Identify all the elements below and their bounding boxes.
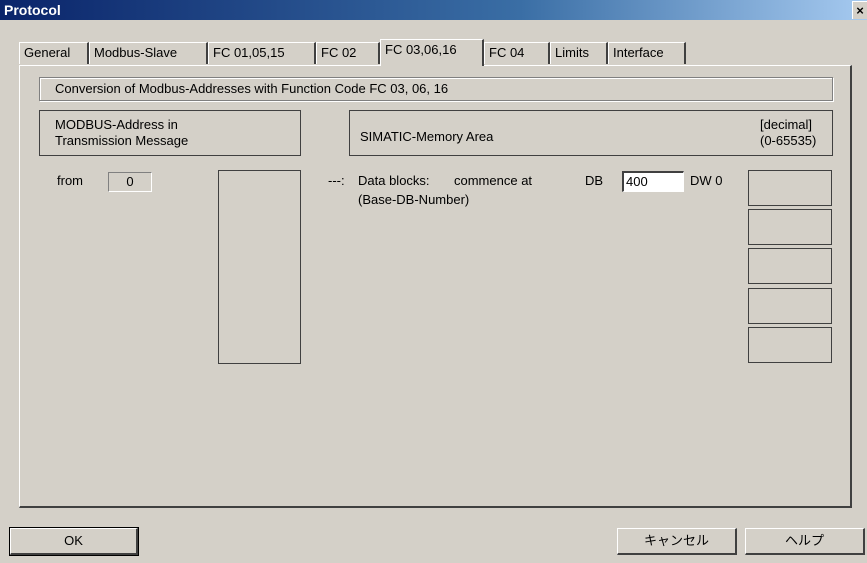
simatic-address-box-5 — [748, 327, 832, 363]
close-button[interactable]: × — [852, 1, 867, 19]
simatic-address-box-2 — [748, 209, 832, 245]
data-blocks-label: Data blocks: — [358, 173, 430, 188]
title-bar: Protocol × — [0, 0, 867, 20]
tab-general[interactable]: General — [19, 42, 89, 64]
cancel-button[interactable]: キャンセル — [617, 528, 737, 555]
simatic-address-box-1 — [748, 170, 832, 206]
help-button[interactable]: ヘルプ — [745, 528, 865, 555]
tab-limits[interactable]: Limits — [550, 42, 608, 64]
conversion-heading-box: Conversion of Modbus-Addresses with Func… — [39, 77, 833, 101]
tab-fc-04[interactable]: FC 04 — [484, 42, 550, 64]
base-db-number-label: (Base-DB-Number) — [358, 192, 470, 207]
tab-fc-02[interactable]: FC 02 — [316, 42, 380, 64]
tab-fc-01-05-15[interactable]: FC 01,05,15 — [208, 42, 316, 64]
range-line1: [decimal] — [760, 117, 813, 132]
range-line2: (0-65535) — [760, 133, 817, 148]
simatic-address-box-3 — [748, 248, 832, 284]
ok-button[interactable]: OK — [9, 527, 139, 556]
base-db-number-input[interactable]: 400 — [622, 171, 684, 192]
tab-interface[interactable]: Interface — [608, 42, 686, 64]
modbus-header-line1: MODBUS-Address in — [55, 117, 178, 132]
modbus-header-line2: Transmission Message — [55, 133, 189, 148]
arrow-indicator: ---: — [328, 173, 345, 188]
conversion-heading: Conversion of Modbus-Addresses with Func… — [55, 81, 449, 96]
simatic-memory-header: SIMATIC-Memory Area [decimal] (0-65535) — [349, 110, 833, 156]
from-value: 0 — [108, 172, 152, 192]
tab-fc-03-06-16[interactable]: FC 03,06,16 — [380, 39, 484, 66]
window-title: Protocol — [4, 2, 61, 18]
db-label: DB — [585, 173, 604, 188]
tab-modbus-slave[interactable]: Modbus-Slave — [89, 42, 208, 64]
from-label: from — [57, 173, 83, 188]
modbus-address-list-box — [218, 170, 301, 364]
simatic-address-box-4 — [748, 288, 832, 324]
simatic-header-label: SIMATIC-Memory Area — [360, 129, 494, 144]
modbus-address-header: MODBUS-Address in Transmission Message — [39, 110, 301, 156]
commence-at-label: commence at — [454, 173, 533, 188]
dw-label: DW 0 — [690, 173, 723, 188]
